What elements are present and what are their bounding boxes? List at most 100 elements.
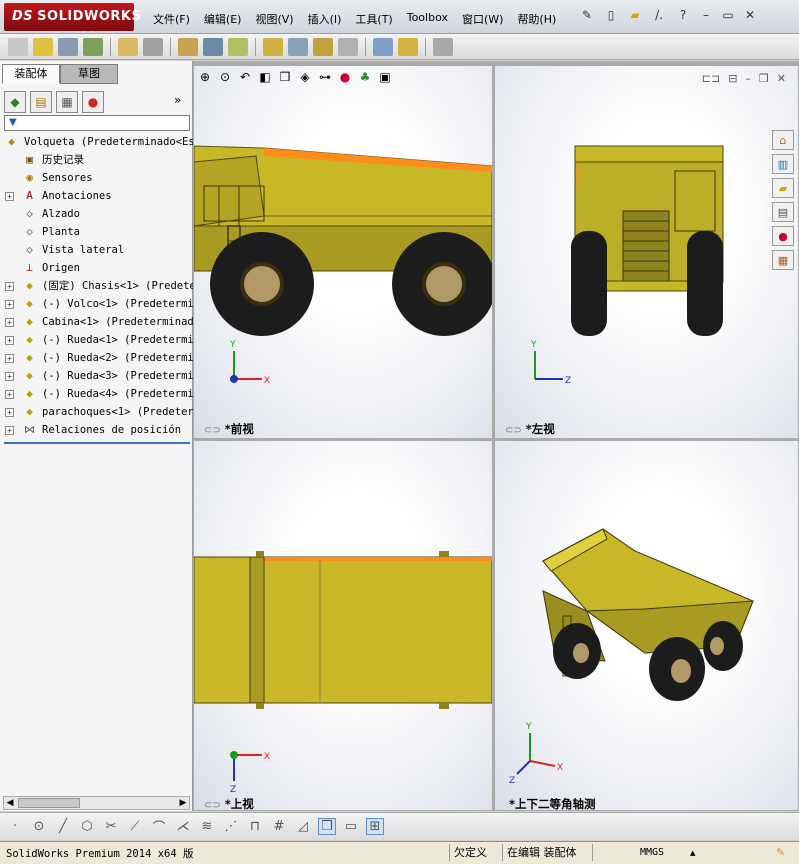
link-views-icon[interactable]: ⊂⊃ [505,425,522,436]
single-view-icon[interactable]: ⊟ [728,72,737,85]
tree-item[interactable]: + ◆ (-) Rueda<2> (Predetermin [0,349,193,367]
edit-pencil-icon[interactable]: ✎ [772,844,785,861]
tree-item[interactable]: ◇ Planta [0,223,193,241]
expand-toggle-icon[interactable]: + [5,300,14,309]
tree-item[interactable]: + ◆ (-) Rueda<3> (Predetermin [0,367,193,385]
new-document-icon[interactable]: ▯ [602,6,620,24]
circle-icon[interactable]: ⊙ [30,819,48,834]
mate-icon[interactable] [58,37,78,56]
display-manager-icon[interactable]: ● [82,91,104,113]
configuration-manager-icon[interactable]: ▦ [56,91,78,113]
new-part-icon[interactable] [8,37,28,56]
property-manager-icon[interactable]: ▤ [30,91,52,113]
expand-toggle-icon[interactable]: + [5,408,14,417]
link-views-icon[interactable]: ⊂⊃ [204,800,221,810]
link-views-ctrl-icon[interactable]: ⊏⊐ [702,72,720,85]
show-hidden-icon[interactable] [178,37,198,56]
relations-icon[interactable]: ◿ [294,819,312,834]
interference-detection-icon[interactable] [373,37,393,56]
scroll-left-icon[interactable]: ◀ [4,797,16,809]
menu-window[interactable]: 窗口(W) [455,9,510,29]
menu-help[interactable]: 帮助(H) [510,9,563,29]
tree-item[interactable]: + ◆ Cabina<1> (Predeterminado [0,313,193,331]
previous-view-icon[interactable]: ↶ [237,70,253,84]
expand-tabs-icon[interactable]: » [174,93,181,107]
tree-item[interactable]: ◇ Vista lateral [0,241,193,259]
insert-component-icon[interactable] [33,37,53,56]
viewport-front[interactable]: Y X ⊂⊃ *前视 [194,66,492,438]
view-palette-icon[interactable]: ▤ [772,202,794,222]
view-settings-icon[interactable]: ▣ [377,70,393,84]
edit-appearance-icon[interactable]: ● [337,70,353,84]
solidworks-resources-icon[interactable]: ⌂ [772,130,794,150]
solidworks-logo[interactable]: DS SOLIDWORKS [4,3,141,31]
restore-icon[interactable]: ▭ [720,7,736,23]
tree-item[interactable]: ▣ 历史记录 [0,151,193,169]
view-3d-icon[interactable]: ❒ [318,818,336,835]
display-style-icon[interactable]: ◈ [297,70,313,84]
tree-filter-input[interactable]: ▼ [4,115,190,131]
point-icon[interactable]: · [6,819,24,834]
four-view-icon[interactable]: ⊞ [366,818,384,835]
expand-toggle-icon[interactable]: + [5,282,14,291]
tab-assembly[interactable]: 装配体 [2,64,60,84]
zoom-to-area-icon[interactable]: ⊙ [217,70,233,84]
two-view-icon[interactable]: ▭ [342,819,360,834]
reference-geometry-icon[interactable] [228,37,248,56]
tree-item[interactable]: + ◆ parachoques<1> (Predeterm [0,403,193,421]
viewport-left[interactable]: ⊏⊐ ⊟ – ❐ ✕ Y Z ⌂ ▥ ▰ ▤ ● ▦ ⊂⊃ *左视 [495,66,798,438]
construction-line-icon[interactable]: ⟋ [126,819,144,834]
expand-toggle-icon[interactable]: + [5,390,14,399]
viewport-minimize-icon[interactable]: – [745,72,751,85]
tree-item[interactable]: + A Anotaciones [0,187,193,205]
menu-edit[interactable]: 编辑(E) [197,9,249,29]
assembly-features-icon[interactable] [203,37,223,56]
offset-icon[interactable]: ⌒ [150,817,168,836]
fillet-icon[interactable]: ≋ [198,819,216,834]
instant3d-icon[interactable] [433,37,453,56]
tree-item[interactable]: + ◆ (-) Rueda<1> (Predetermin [0,331,193,349]
spline-icon[interactable]: ⋰ [222,819,240,834]
mirror-icon[interactable]: ⋌ [174,819,192,834]
scroll-right-icon[interactable]: ▶ [177,797,189,809]
line-icon[interactable]: ╱ [54,819,72,834]
close-icon[interactable]: ✕ [742,7,758,23]
bill-of-materials-icon[interactable] [288,37,308,56]
view-orientation-icon[interactable]: ❒ [277,70,293,84]
menu-insert[interactable]: 插入(I) [301,9,349,29]
viewport-close-icon[interactable]: ✕ [777,72,786,85]
tree-item[interactable]: ◉ Sensores [0,169,193,187]
smart-fasteners-icon[interactable] [118,37,138,56]
tree-item[interactable]: + ◆ (固定) Chasis<1> (Predete [0,277,193,295]
appearances-icon[interactable]: ● [772,226,794,246]
menu-toolbox[interactable]: Toolbox [400,9,455,29]
grid-icon[interactable]: # [270,819,288,834]
help-icon[interactable]: ? [674,6,692,24]
tree-item[interactable]: + ◆ (-) Rueda<4> (Predetermin [0,385,193,403]
expand-toggle-icon[interactable]: + [5,354,14,363]
apply-scene-icon[interactable]: ♣ [357,70,373,84]
minimize-icon[interactable]: – [698,7,714,23]
rebuild-icon[interactable]: /. [650,6,668,24]
file-explorer-icon[interactable]: ▰ [772,178,794,198]
expand-toggle-icon[interactable]: + [5,318,14,327]
viewport-dimetric[interactable]: Y X Z *上下二等角轴测 [495,441,798,810]
new-motion-study-icon[interactable] [263,37,283,56]
open-folder-icon[interactable]: ▰ [626,6,644,24]
menu-file[interactable]: 文件(F) [146,9,197,29]
unit-menu-icon[interactable]: ▴ [686,844,696,861]
trim-icon[interactable]: ✂ [102,819,120,834]
move-component-icon[interactable] [143,37,163,56]
zoom-to-fit-icon[interactable]: ⊕ [197,70,213,84]
tree-item[interactable]: + ⋈ Relaciones de posición [0,421,193,439]
link-views-icon[interactable]: ⊂⊃ [204,425,221,436]
pin-icon[interactable]: ✎ [578,6,596,24]
dimension-icon[interactable]: ⊓ [246,819,264,834]
expand-toggle-icon[interactable]: + [5,336,14,345]
tree-horizontal-scrollbar[interactable]: ◀ ▶ [3,796,190,810]
polygon-icon[interactable]: ⬡ [78,819,96,834]
tree-item[interactable]: + ◆ (-) Volco<1> (Predetermin [0,295,193,313]
viewport-restore-icon[interactable]: ❐ [759,72,769,85]
tree-item[interactable]: ⊥ Origen [0,259,193,277]
filter-icon[interactable]: ▼ [9,117,17,128]
